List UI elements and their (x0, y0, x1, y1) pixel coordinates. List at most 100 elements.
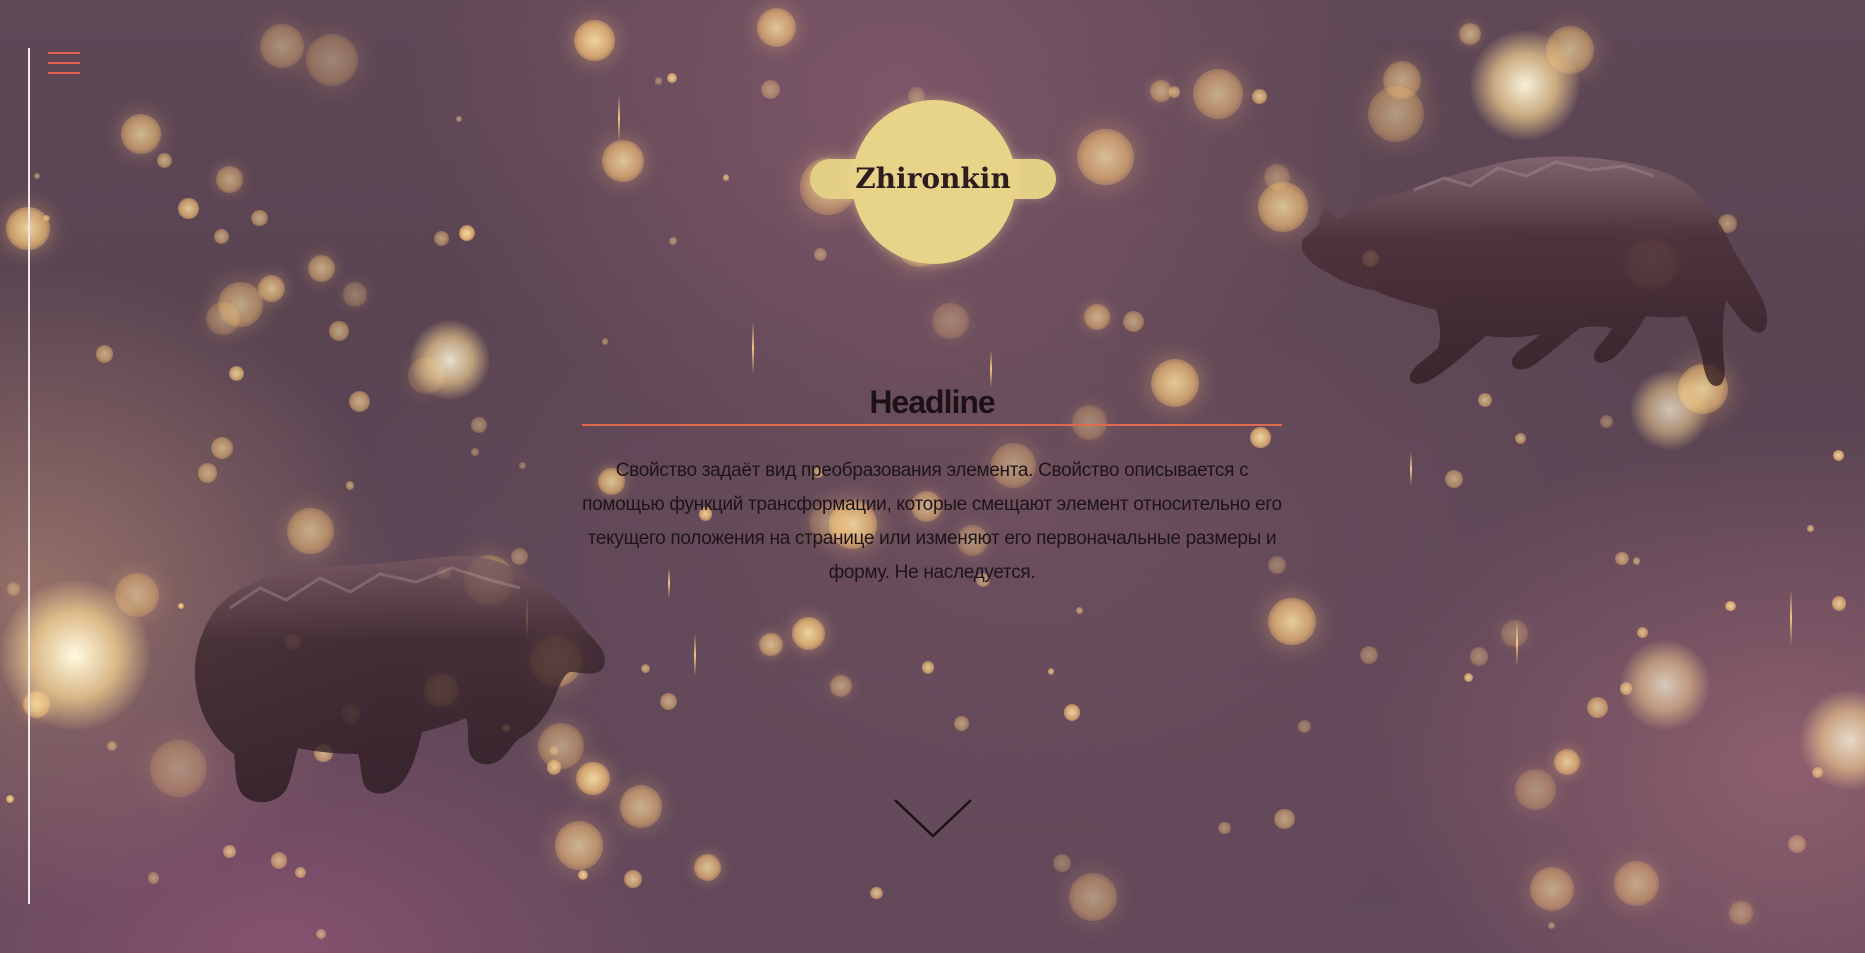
bokeh-light (270, 852, 287, 869)
hamburger-line (48, 72, 80, 74)
bokeh-light (1831, 595, 1847, 611)
bokeh-light (1263, 163, 1290, 190)
bokeh-light (1637, 627, 1648, 639)
bokeh-light (932, 302, 969, 340)
bokeh-light (1787, 835, 1807, 854)
hamburger-line (48, 52, 80, 54)
bokeh-light (666, 72, 677, 84)
bokeh-light (577, 869, 588, 880)
bokeh-light (619, 784, 663, 828)
bokeh-light (1811, 766, 1824, 779)
bokeh-light (1470, 647, 1489, 666)
bokeh-glow (410, 320, 490, 400)
bokeh-light (574, 19, 616, 61)
page-headline: Headline (869, 384, 995, 420)
bokeh-light (602, 139, 645, 182)
bokeh-light (1725, 600, 1736, 612)
bokeh-light (694, 854, 722, 882)
bokeh-light (222, 845, 236, 858)
bokeh-light (1274, 808, 1295, 830)
bokeh-light (459, 229, 472, 241)
bokeh-light (43, 214, 50, 221)
bokeh-light (470, 448, 479, 456)
bokeh-light (1501, 619, 1528, 647)
bokeh-light (921, 660, 935, 674)
bokeh-light (1359, 646, 1379, 665)
bokeh-light (1514, 433, 1526, 445)
bokeh-light (107, 740, 118, 752)
bokeh-light (1530, 867, 1575, 912)
bokeh-light (1047, 668, 1055, 675)
bokeh-light (554, 820, 604, 870)
bokeh-light (1807, 524, 1815, 533)
bokeh-light (1150, 80, 1173, 103)
bokeh-light (178, 197, 199, 219)
bokeh-light (623, 869, 642, 888)
logo-text: Zhironkin (855, 162, 1011, 195)
menu-button[interactable] (48, 52, 80, 76)
bokeh-light (342, 282, 368, 307)
bokeh-light (251, 209, 268, 227)
bokeh-light (211, 436, 234, 459)
bokeh-light (1445, 469, 1464, 488)
bokeh-glow (1620, 640, 1710, 730)
bokeh-light (1833, 450, 1844, 461)
bokeh-light (259, 24, 304, 69)
bokeh-light (95, 345, 114, 363)
bokeh-light (1252, 89, 1267, 104)
bokeh-light (1075, 606, 1084, 615)
bokeh-light (315, 928, 327, 940)
light-streak (752, 322, 754, 374)
bokeh-light (668, 236, 678, 246)
bokeh-light (1168, 86, 1181, 98)
bokeh-light (1084, 304, 1110, 330)
bokeh-light (1586, 696, 1608, 718)
bokeh-light (1123, 310, 1145, 333)
bokeh-light (307, 255, 335, 283)
bokeh-light (1268, 597, 1316, 646)
bokeh-glow (1800, 690, 1865, 790)
bokeh-light (6, 582, 21, 596)
bokeh-light (640, 664, 651, 674)
bokeh-light (456, 115, 463, 122)
bokeh-light (722, 174, 730, 181)
bokeh-light (458, 225, 475, 242)
headline-description: Свойство задаёт вид преобразования элеме… (582, 460, 1282, 583)
bokeh-light (1068, 873, 1117, 922)
bear-silhouette (194, 555, 605, 803)
site-logo[interactable]: Zhironkin (810, 100, 1056, 268)
wolf-silhouette (1302, 156, 1768, 386)
bokeh-light (1382, 60, 1422, 100)
bokeh-light (147, 871, 160, 884)
bokeh-light (655, 77, 663, 85)
bokeh-light (1458, 22, 1482, 46)
bokeh-light (1514, 768, 1557, 811)
bokeh-light (178, 603, 185, 610)
left-rail-divider (28, 48, 30, 904)
bokeh-light (1077, 128, 1134, 185)
scroll-down-button[interactable] (892, 796, 974, 840)
bokeh-light (660, 692, 678, 710)
bokeh-glow (0, 580, 150, 730)
bokeh-light (305, 33, 358, 86)
bokeh-light (157, 153, 173, 169)
bokeh-light (760, 80, 780, 100)
bokeh-light (1619, 682, 1633, 695)
bokeh-light (5, 794, 15, 804)
light-streak (1516, 620, 1518, 666)
light-streak (1410, 452, 1412, 486)
bokeh-light (408, 357, 445, 394)
bokeh-light (197, 463, 218, 484)
bokeh-light (601, 338, 608, 345)
bokeh-light (870, 886, 883, 900)
bokeh-light (1298, 719, 1311, 733)
bokeh-light (213, 228, 229, 244)
bokeh-light (114, 573, 159, 618)
bokeh-light (33, 172, 40, 180)
bokeh-light (792, 616, 826, 650)
bokeh-light (1250, 427, 1271, 448)
headline-underline (582, 424, 1282, 426)
chevron-down-icon (894, 799, 972, 838)
bokeh-light (121, 114, 161, 154)
bokeh-light (759, 632, 783, 657)
